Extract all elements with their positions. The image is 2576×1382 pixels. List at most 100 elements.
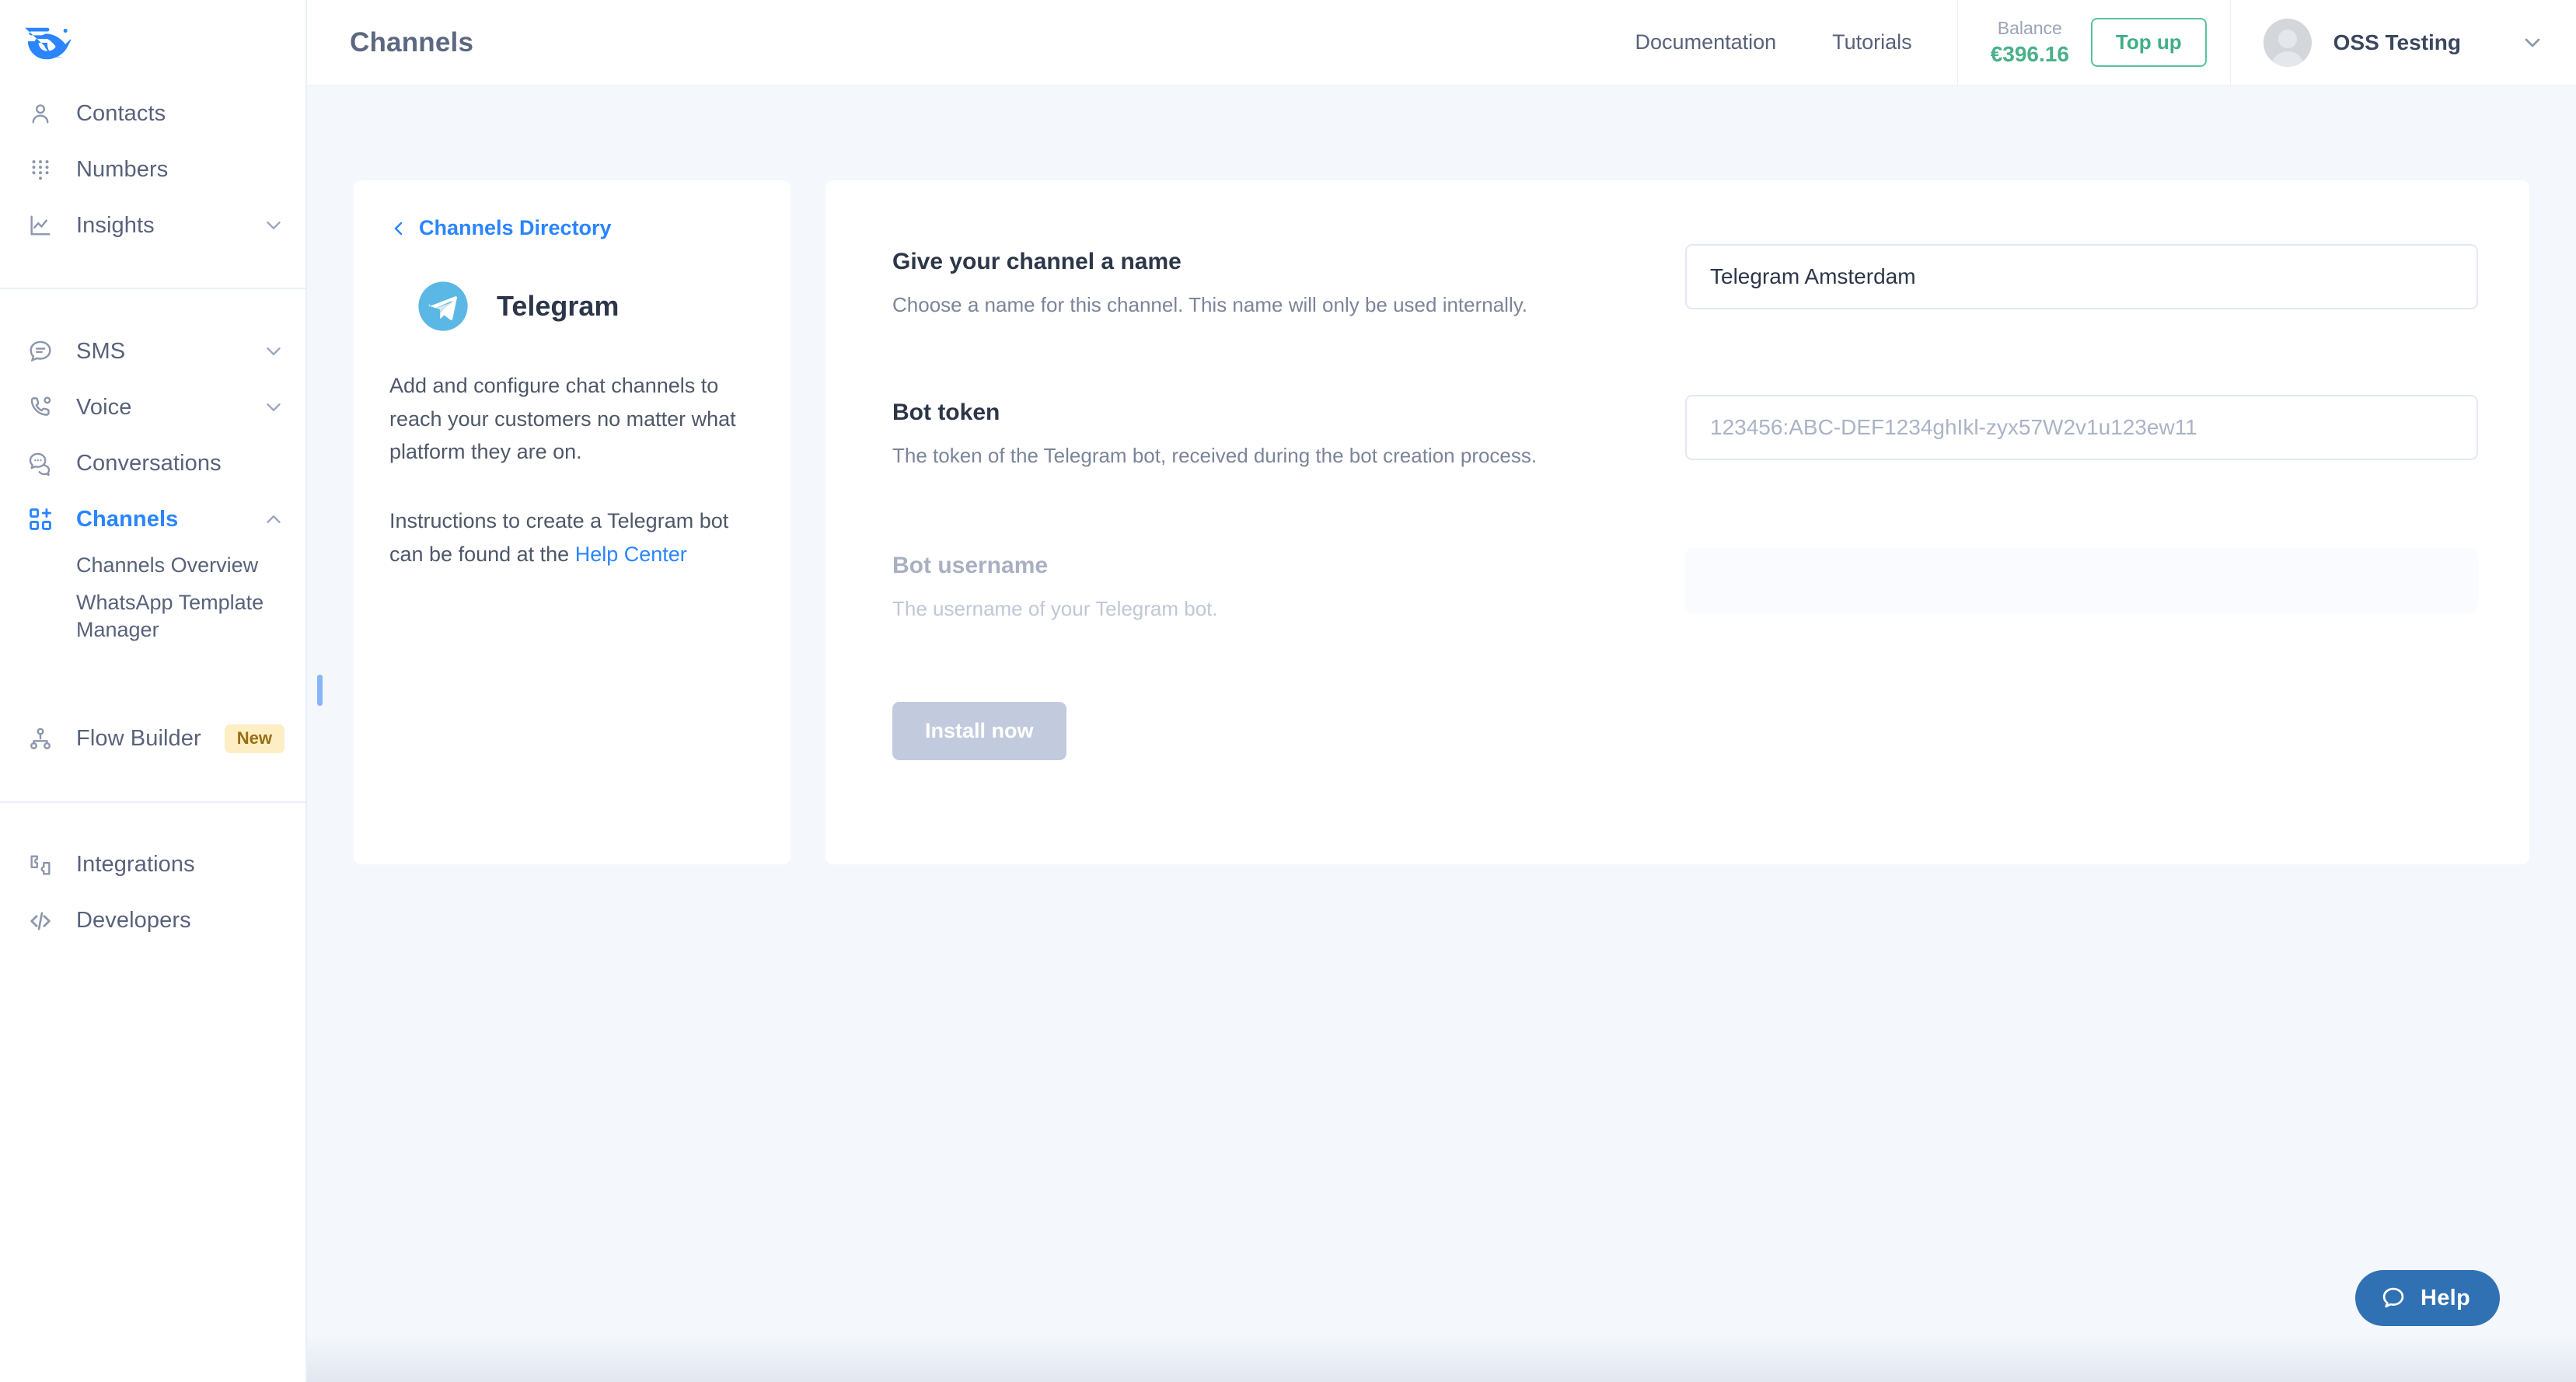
field-channel-name: Give your channel a name Choose a name f… (892, 244, 2478, 320)
sidebar-subitem-whatsapp-template-manager[interactable]: WhatsApp Template Manager (0, 585, 305, 649)
main-area: Channels Documentation Tutorials Balance… (307, 0, 2576, 1382)
balance-text-column: Balance €396.16 (1991, 16, 2069, 68)
channels-subnav: Channels Overview WhatsApp Template Mana… (0, 547, 305, 666)
help-bubble-icon (2380, 1285, 2407, 1311)
tutorials-link[interactable]: Tutorials (1804, 30, 1940, 54)
user-name: OSS Testing (2333, 30, 2461, 54)
channel-info-card: Channels Directory Telegram Add and conf… (354, 180, 791, 864)
developers-code-icon (25, 906, 56, 937)
sidebar-item-label: Numbers (76, 156, 169, 182)
field-input-group (1685, 244, 2478, 309)
sidebar-secondary-group: SMS Voice Conversations Channels Channel… (0, 288, 305, 666)
field-title: Bot token (892, 399, 1000, 425)
chevron-up-icon[interactable] (262, 508, 285, 531)
insights-chart-icon (25, 210, 56, 241)
install-now-button[interactable]: Install now (892, 702, 1066, 761)
sidebar-item-integrations[interactable]: Integrations (0, 837, 305, 893)
field-description: The username of your Telegram bot. (892, 597, 1218, 621)
sidebar-item-channels[interactable]: Channels (0, 491, 305, 547)
top-up-button[interactable]: Top up (2090, 18, 2207, 67)
topbar: Channels Documentation Tutorials Balance… (307, 0, 2576, 86)
channel-description-paragraph: Add and configure chat channels to reach… (389, 374, 736, 464)
field-label-group: Bot token The token of the Telegram bot,… (892, 395, 1685, 471)
field-label-group: Give your channel a name Choose a name f… (892, 244, 1685, 320)
new-badge: New (224, 724, 285, 754)
back-link-label: Channels Directory (419, 216, 612, 239)
voice-phone-icon (25, 392, 56, 423)
messagebird-logo (25, 27, 72, 60)
back-to-channels-directory-link[interactable]: Channels Directory (389, 216, 756, 240)
help-center-link[interactable]: Help Center (575, 543, 687, 566)
contact-person-icon (25, 98, 56, 129)
field-input-group (1685, 394, 2478, 460)
documentation-link[interactable]: Documentation (1607, 30, 1805, 54)
user-menu[interactable]: OSS Testing (2229, 0, 2576, 86)
bottom-shadow (307, 1335, 2576, 1382)
help-widget-label: Help (2420, 1285, 2470, 1310)
sidebar-item-label: SMS (76, 338, 126, 364)
sidebar-item-developers[interactable]: Developers (0, 893, 305, 949)
chevron-down-icon[interactable] (262, 396, 285, 419)
chevron-left-icon (389, 219, 408, 238)
field-gap (892, 320, 2478, 395)
chevron-down-icon[interactable] (262, 340, 285, 363)
channel-instructions-paragraph: Instructions to create a Telegram bot ca… (389, 504, 756, 571)
field-description: Choose a name for this channel. This nam… (892, 293, 1528, 316)
chevron-down-icon[interactable] (2520, 30, 2545, 55)
sidebar-item-label: Voice (76, 394, 132, 420)
telegram-logo (418, 281, 468, 331)
sidebar-flowbuilder-group: Flow Builder New (0, 711, 305, 767)
bot-username-input (1685, 548, 2478, 614)
sidebar-item-contacts[interactable]: Contacts (0, 86, 305, 141)
balance-label: Balance (1997, 17, 2062, 38)
sidebar-item-sms[interactable]: SMS (0, 323, 305, 379)
sidebar-item-flow-builder[interactable]: Flow Builder New (0, 711, 305, 767)
sidebar-item-label: Developers (76, 908, 191, 934)
page-title: Channels (350, 26, 474, 58)
sidebar-item-label: Integrations (76, 852, 195, 878)
avatar-body (2270, 51, 2305, 67)
numbers-keypad-icon (25, 154, 56, 185)
active-page-indicator (317, 675, 323, 706)
chevron-down-icon[interactable] (262, 214, 285, 237)
logo-container[interactable] (0, 0, 305, 86)
sidebar-item-numbers[interactable]: Numbers (0, 141, 305, 197)
field-bot-username: Bot username The username of your Telegr… (892, 548, 2478, 624)
help-widget-button[interactable]: Help (2354, 1270, 2500, 1326)
field-title: Give your channel a name (892, 249, 1182, 274)
sidebar-item-label: Conversations (76, 450, 222, 476)
sidebar-item-label: Insights (76, 212, 155, 238)
sidebar-item-label: Flow Builder (76, 726, 201, 752)
sidebar-item-conversations[interactable]: Conversations (0, 435, 305, 491)
sidebar-item-voice[interactable]: Voice (0, 379, 305, 435)
channel-setup-form: Give your channel a name Choose a name f… (826, 180, 2529, 864)
field-bot-token: Bot token The token of the Telegram bot,… (892, 394, 2478, 471)
field-description: The token of the Telegram bot, received … (892, 443, 1538, 467)
bot-token-input[interactable] (1685, 394, 2478, 460)
balance-amount: €396.16 (1990, 41, 2069, 66)
flow-nodes-icon (25, 724, 56, 755)
channel-name-input[interactable] (1685, 244, 2478, 309)
sidebar-item-insights[interactable]: Insights (0, 197, 305, 253)
field-title: Bot username (892, 553, 1049, 579)
sidebar-item-label: Channels (76, 506, 179, 532)
integrations-puzzle-icon (25, 850, 56, 881)
content-area: Channels Directory Telegram Add and conf… (307, 86, 2576, 864)
sidebar-subitem-channels-overview[interactable]: Channels Overview (0, 547, 305, 585)
conversations-bubbles-icon (25, 448, 56, 479)
avatar (2263, 18, 2312, 67)
app-root: Contacts Numbers Insights SMS Voice Conv… (0, 0, 2576, 1382)
sidebar: Contacts Numbers Insights SMS Voice Conv… (0, 0, 307, 1382)
field-label-group: Bot username The username of your Telegr… (892, 548, 1685, 624)
sidebar-footer-group: Integrations Developers (0, 801, 305, 949)
field-input-group (1685, 548, 2478, 614)
channels-grid-plus-icon (25, 504, 56, 535)
field-gap (892, 470, 2478, 548)
topbar-right: Documentation Tutorials Balance €396.16 … (1607, 0, 2576, 86)
sidebar-item-label: Contacts (76, 100, 166, 126)
